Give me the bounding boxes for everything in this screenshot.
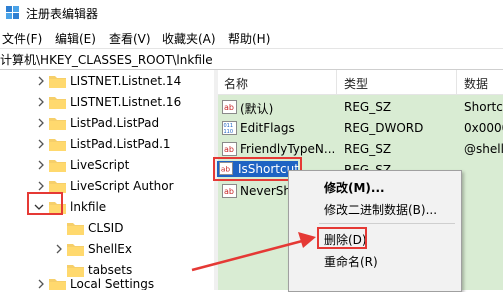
value-data: 0x0000 [464,121,503,135]
binary-value-icon: 011110 [222,121,237,135]
column-divider[interactable] [336,70,337,94]
tree-item-label: LiveScript [70,158,130,172]
value-type: REG_SZ [344,100,392,114]
chevron-right-icon[interactable] [35,75,47,87]
menu-bar: 文件(F) 编辑(E) 查看(V) 收藏夹(A) 帮助(H) [0,28,503,48]
title-bar: 注册表编辑器 [0,0,503,26]
value-row[interactable]: 011110 EditFlags REG_DWORD 0x0000 [218,118,503,139]
context-menu: 修改(M)... 修改二进制数据(B)... 删除(D) 重命名(R) [288,170,462,292]
tree-item[interactable]: CLSID [0,218,214,239]
chevron-right-icon[interactable] [35,180,47,192]
menu-item-modify-binary[interactable]: 修改二进制数据(B)... [324,201,437,218]
tree-item-label: ListPad.ListPad [70,116,160,130]
svg-text:ab: ab [224,103,234,112]
tree-item[interactable]: LISTNET.Listnet.16 [0,92,214,113]
menu-favorites[interactable]: 收藏夹(A) [162,30,216,47]
chevron-right-icon[interactable] [35,159,47,171]
svg-text:ab: ab [221,164,231,173]
svg-text:ab: ab [224,187,234,196]
folder-icon [49,279,66,290]
lnkfile-highlight-box [27,192,63,215]
menu-separator [319,223,455,224]
window-title: 注册表编辑器 [26,7,99,21]
string-value-icon: ab [222,100,237,114]
tree-item-label: CLSID [88,221,124,235]
value-data: Shortcu [464,100,503,114]
folder-icon [67,244,84,256]
value-type: REG_SZ [344,142,392,156]
chevron-right-icon[interactable] [53,243,65,255]
menu-item-modify[interactable]: 修改(M)... [324,179,385,196]
string-value-icon: ab [219,162,233,175]
registry-editor-icon [6,6,19,19]
column-type[interactable]: 类型 [344,75,368,92]
folder-icon [49,76,66,88]
tree-item[interactable]: LISTNET.Listnet.14 [0,71,214,92]
address-path[interactable]: 计算机\HKEY_CLASSES_ROOT\lnkfile [0,51,213,68]
folder-icon [49,97,66,109]
tree-item[interactable]: LiveScript [0,155,214,176]
menu-file[interactable]: 文件(F) [2,30,42,47]
tree-item[interactable]: ListPad.ListPad [0,113,214,134]
chevron-right-icon[interactable] [35,138,47,150]
value-row[interactable]: ab (默认) REG_SZ Shortcu [218,97,503,118]
tree-item-label: Local Settings [70,277,155,290]
string-value-icon: ab [222,184,237,198]
folder-icon [49,181,66,193]
tree-item-label: LiveScript Author [70,179,174,193]
chevron-right-icon[interactable] [35,278,47,290]
menu-view[interactable]: 查看(V) [109,30,151,47]
tree-item-label: LISTNET.Listnet.16 [70,95,182,109]
svg-text:ab: ab [224,145,234,154]
menu-help[interactable]: 帮助(H) [228,30,270,47]
chevron-right-icon[interactable] [35,96,47,108]
value-name: EditFlags [240,121,295,135]
delete-highlight-box [317,227,367,249]
folder-icon [49,118,66,130]
key-tree[interactable]: LISTNET.Listnet.14 LISTNET.Listnet.16 Li… [0,70,214,290]
folder-icon [49,139,66,151]
column-data[interactable]: 数据 [464,75,488,92]
list-header: 名称 类型 数据 [218,70,503,95]
svg-text:110: 110 [224,129,234,135]
menu-item-rename[interactable]: 重命名(R) [324,253,378,270]
tree-item-label: LISTNET.Listnet.14 [70,74,182,88]
tree-item-label: ShellEx [88,242,132,256]
address-bar[interactable]: 计算机\HKEY_CLASSES_ROOT\lnkfile [0,48,503,70]
tree-item-label: lnkfile [70,200,107,214]
folder-icon [67,223,84,235]
tree-item[interactable]: ListPad.ListPad.1 [0,134,214,155]
value-type: REG_DWORD [344,121,424,135]
menu-edit[interactable]: 编辑(E) [55,30,96,47]
tree-item-label: ListPad.ListPad.1 [70,137,171,151]
chevron-right-icon[interactable] [35,117,47,129]
value-name: (默认) [240,102,274,116]
column-name[interactable]: 名称 [224,75,248,92]
value-data: @shell [464,142,503,156]
column-divider[interactable] [456,70,457,94]
value-name: FriendlyTypeN... [240,142,336,156]
tree-item[interactable]: Local Settings [0,274,214,290]
folder-icon [49,160,66,172]
tree-item[interactable]: ShellEx [0,239,214,260]
string-value-icon: ab [222,142,237,156]
